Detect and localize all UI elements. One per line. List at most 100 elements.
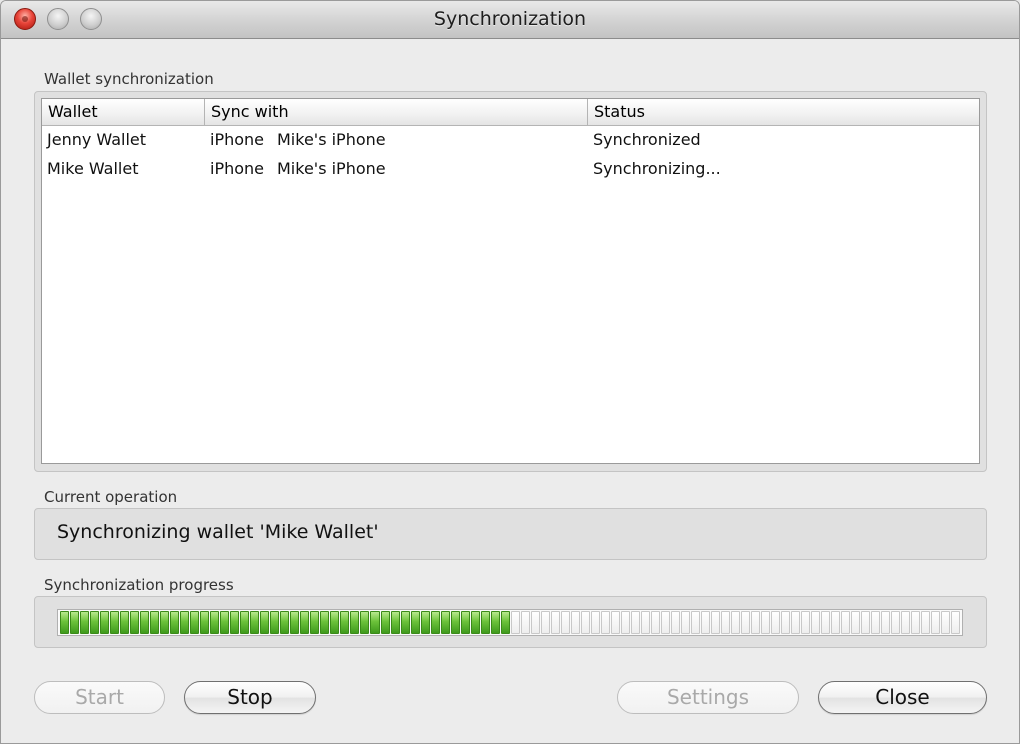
table-header: Wallet Sync with Status [42,99,979,126]
progress-segment-filled [200,611,210,634]
wallet-sync-label: Wallet synchronization [44,70,214,88]
device-type: iPhone [210,159,265,178]
progress-segment-filled [350,611,360,634]
progress-segment-filled [500,611,510,634]
wallet-sync-table[interactable]: Wallet Sync with Status Jenny Wallet iPh… [41,98,980,464]
progress-segment-filled [470,611,480,634]
column-header-wallet[interactable]: Wallet [42,99,205,125]
start-button[interactable]: Start [34,681,165,714]
progress-segment-empty [731,611,741,634]
progress-segment-filled [430,611,440,634]
progress-segment-filled [140,611,150,634]
sync-status: Synchronized [593,130,701,149]
progress-segment-filled [440,611,450,634]
progress-segment-filled [230,611,240,634]
current-operation-label: Current operation [44,488,178,506]
progress-segment-filled [170,611,180,634]
progress-segment-empty [821,611,831,634]
progress-segment-filled [260,611,270,634]
progress-segment-empty [871,611,881,634]
progress-segment-empty [680,611,690,634]
progress-segment-empty [610,611,620,634]
progress-segment-empty [901,611,911,634]
progress-segment-empty [520,611,530,634]
table-row[interactable]: Mike Wallet iPhone Mike's iPhone Synchro… [42,154,979,183]
column-header-status[interactable]: Status [588,99,979,125]
progress-segment-filled [370,611,380,634]
progress-segment-empty [751,611,761,634]
progress-segment-empty [771,611,781,634]
device-name: Mike's iPhone [277,159,386,178]
progress-segment-filled [70,611,80,634]
progress-segment-empty [560,611,570,634]
progress-segment-empty [711,611,721,634]
progress-segment-empty [550,611,560,634]
progress-segment-empty [530,611,540,634]
progress-segment-filled [290,611,300,634]
progress-segment-empty [931,611,941,634]
progress-segment-empty [570,611,580,634]
progress-segment-empty [630,611,640,634]
progress-segment-filled [120,611,130,634]
progress-segment-filled [60,611,70,634]
progress-segment-empty [811,611,821,634]
table-row[interactable]: Jenny Wallet iPhone Mike's iPhone Synchr… [42,125,979,154]
progress-segment-filled [410,611,420,634]
sync-window: Synchronization Wallet synchronization W… [0,0,1020,744]
progress-segment-empty [781,611,791,634]
progress-segment-filled [100,611,110,634]
sync-progress-label: Synchronization progress [44,576,234,594]
progress-segment-filled [190,611,200,634]
progress-segment-empty [951,611,961,634]
window-title: Synchronization [433,8,587,30]
progress-segment-filled [110,611,120,634]
current-operation-text: Synchronizing wallet 'Mike Wallet' [57,521,379,543]
sync-progress-bar [57,609,963,636]
wallet-name: Jenny Wallet [47,130,147,149]
progress-segment-empty [881,611,891,634]
progress-segment-empty [590,611,600,634]
progress-segment-filled [310,611,320,634]
wallet-name: Mike Wallet [47,159,139,178]
progress-segment-filled [450,611,460,634]
progress-segment-empty [620,611,630,634]
column-header-sync-with[interactable]: Sync with [205,99,588,125]
progress-segment-filled [90,611,100,634]
progress-segment-filled [360,611,370,634]
progress-segment-empty [510,611,520,634]
device-type: iPhone [210,130,265,149]
progress-segment-filled [320,611,330,634]
progress-segment-filled [80,611,90,634]
progress-segment-empty [841,611,851,634]
stop-button[interactable]: Stop [184,681,316,714]
progress-segment-empty [721,611,731,634]
settings-button[interactable]: Settings [617,681,799,714]
progress-segment-filled [480,611,490,634]
progress-segment-empty [911,611,921,634]
progress-segment-filled [150,611,160,634]
progress-segment-empty [540,611,550,634]
progress-segment-filled [180,611,190,634]
close-button[interactable]: Close [818,681,987,714]
progress-segment-empty [660,611,670,634]
device-name: Mike's iPhone [277,130,386,149]
progress-segment-empty [580,611,590,634]
progress-segment-empty [831,611,841,634]
progress-segment-filled [490,611,500,634]
progress-segment-filled [210,611,220,634]
progress-segment-empty [851,611,861,634]
progress-segment-filled [340,611,350,634]
progress-segment-empty [791,611,801,634]
progress-segment-empty [690,611,700,634]
progress-segment-filled [160,611,170,634]
progress-segment-empty [861,611,871,634]
progress-segment-filled [330,611,340,634]
progress-segment-filled [130,611,140,634]
progress-segment-empty [640,611,650,634]
progress-segment-filled [250,611,260,634]
progress-segment-empty [650,611,660,634]
progress-segment-empty [921,611,931,634]
progress-segment-empty [600,611,610,634]
progress-segment-empty [670,611,680,634]
progress-segment-filled [240,611,250,634]
